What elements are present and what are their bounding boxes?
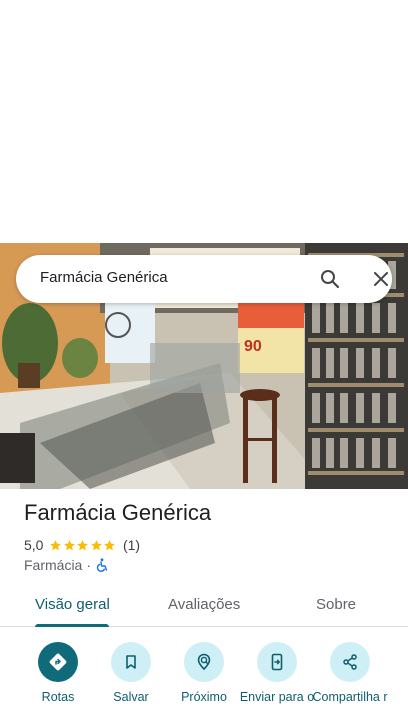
rating-row[interactable]: 5,0 (1)	[24, 536, 140, 554]
bookmark-icon	[111, 642, 151, 682]
search-icon[interactable]	[318, 267, 342, 291]
star-icon	[77, 539, 89, 550]
tab-reviews[interactable]: Avaliações	[168, 596, 240, 613]
star-rating	[49, 539, 117, 552]
nearby-icon	[184, 642, 224, 682]
nearby-button[interactable]: Próximo	[164, 642, 244, 704]
svg-text:90: 90	[244, 338, 262, 355]
active-tab-indicator	[35, 624, 109, 627]
category-row: Farmácia ·	[24, 556, 109, 574]
rating-value: 5,0	[24, 537, 44, 553]
review-count: (1)	[122, 537, 141, 553]
tab-about[interactable]: Sobre	[316, 596, 356, 613]
send-to-phone-icon	[257, 642, 297, 682]
save-label: Salvar	[113, 690, 149, 704]
directions-label: Rotas	[41, 690, 75, 704]
nearby-label: Próximo	[181, 690, 227, 704]
send-to-phone-button[interactable]: Enviar para o	[237, 642, 317, 704]
star-icon	[64, 539, 75, 550]
share-label: Compartilha r	[312, 690, 388, 704]
place-title: Farmácia Genérica	[24, 500, 212, 525]
send-to-phone-label: Enviar para o	[239, 690, 315, 704]
star-icon	[50, 539, 62, 550]
share-button[interactable]: Compartilha r	[310, 642, 390, 704]
share-icon	[330, 642, 370, 682]
directions-icon	[38, 642, 78, 682]
search-bar[interactable]: Farmácia Genérica	[16, 255, 392, 303]
tab-overview[interactable]: Visão geral	[35, 596, 110, 613]
wheelchair-accessible-icon	[95, 558, 109, 572]
save-button[interactable]: Salvar	[91, 642, 171, 704]
place-category: Farmácia	[24, 557, 83, 573]
star-icon	[104, 539, 116, 550]
tab-bar: Visão geral Avaliações Sobre	[0, 585, 408, 627]
star-icon	[91, 539, 102, 550]
map-blank-area	[0, 0, 408, 243]
search-input[interactable]: Farmácia Genérica	[40, 269, 168, 286]
separator: ·	[86, 557, 92, 573]
directions-button[interactable]: Rotas	[18, 642, 98, 704]
close-icon[interactable]	[369, 267, 393, 291]
